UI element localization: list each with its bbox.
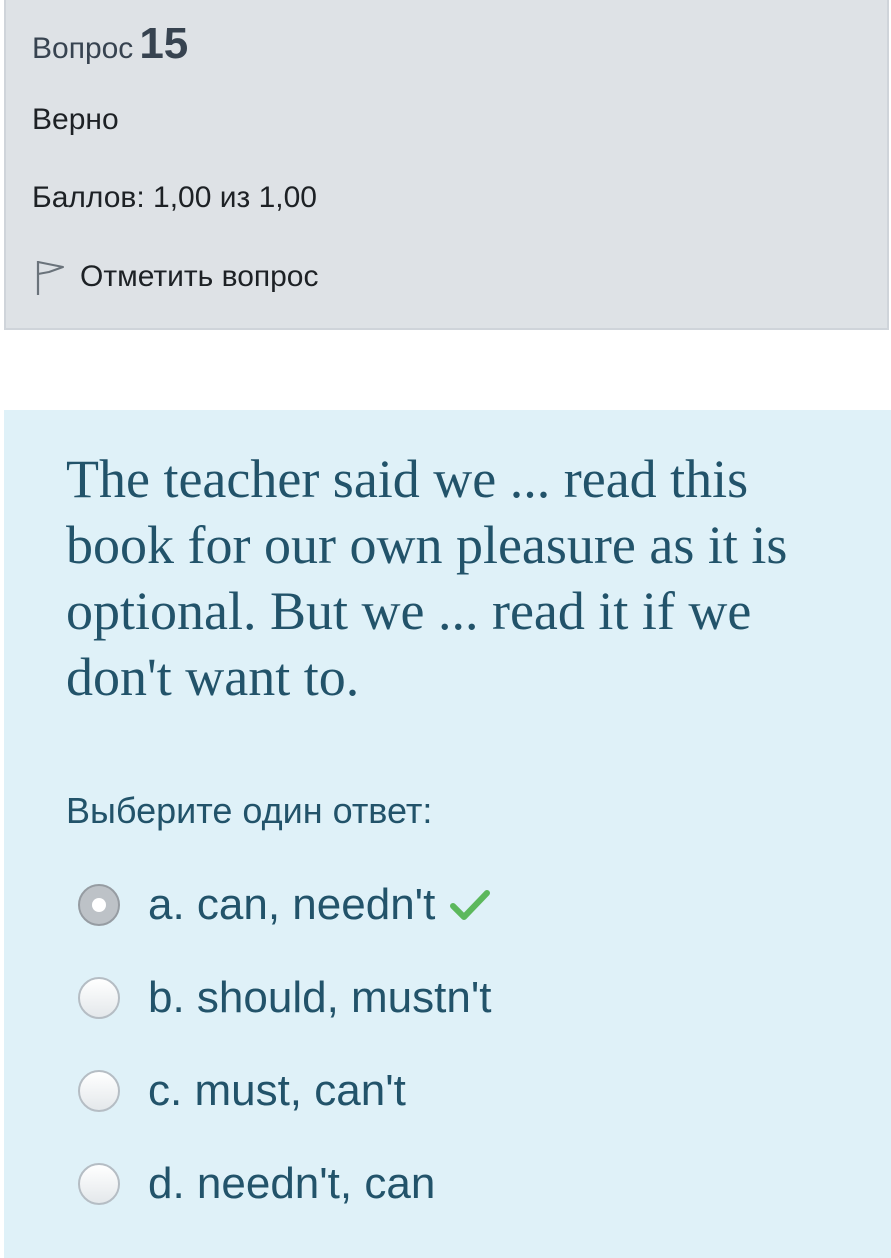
answer-option-a-label: a. can, needn't: [148, 879, 436, 929]
question-number: Вопрос 15: [32, 14, 188, 79]
checkmark-icon: [450, 889, 491, 920]
answer-options: a. can, needn't b. should, mustn't c. mu…: [78, 858, 838, 1230]
answer-option-d[interactable]: d. needn't, can: [78, 1137, 838, 1230]
answer-option-d-label: d. needn't, can: [148, 1158, 436, 1208]
question-grade: Баллов: 1,00 из 1,00: [32, 181, 317, 214]
question-info-panel: Вопрос 15 Верно Баллов: 1,00 из 1,00 Отме…: [4, 0, 889, 330]
answer-option-b-label: b. should, mustn't: [148, 972, 492, 1022]
radio-button-b[interactable]: [78, 976, 120, 1019]
answer-option-c[interactable]: c. must, can't: [78, 1044, 838, 1137]
flag-outline-icon: [36, 261, 64, 295]
flag-question-label: Отметить вопрос: [80, 260, 319, 293]
question-content-panel: The teacher said we ... read this book f…: [4, 410, 891, 1258]
radio-button-a[interactable]: [78, 883, 120, 926]
radio-button-d[interactable]: [78, 1162, 120, 1205]
answer-option-b[interactable]: b. should, mustn't: [78, 951, 838, 1044]
question-number-label: Вопрос: [32, 32, 134, 65]
answer-option-a[interactable]: a. can, needn't: [78, 858, 838, 951]
answer-prompt: Выберите один ответ:: [66, 790, 433, 831]
question-number-value: 15: [139, 19, 189, 68]
flag-question-button[interactable]: Отметить вопрос: [32, 255, 319, 299]
question-text: The teacher said we ... read this book f…: [66, 449, 788, 707]
answer-option-c-label: c. must, can't: [148, 1065, 406, 1115]
question-state: Верно: [32, 103, 119, 136]
radio-button-c[interactable]: [78, 1069, 120, 1112]
